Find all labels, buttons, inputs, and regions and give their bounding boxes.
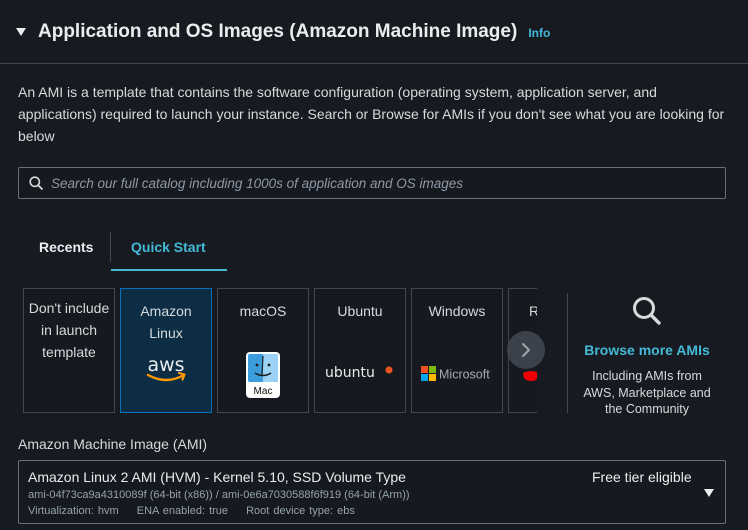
ami-search-box[interactable] [18, 167, 726, 199]
chevron-right-icon [522, 343, 530, 357]
search-icon [633, 297, 661, 325]
card-amazon-linux[interactable]: Amazon Linux aws [120, 288, 212, 413]
card-label: Ubuntu [337, 303, 383, 319]
browse-more-subtext: Including AMIs from AWS, Marketplace and… [583, 369, 711, 416]
mac-label: Mac [254, 386, 273, 397]
card-windows[interactable]: Windows Microsoft [411, 288, 503, 413]
ubuntu-logo: ubuntu [315, 363, 405, 383]
ami-virtualization: Virtualization: hvm [28, 505, 119, 517]
card-macos[interactable]: macOS Mac [217, 288, 309, 413]
search-input[interactable] [51, 175, 711, 191]
carousel-next-button[interactable] [507, 331, 545, 369]
ubuntu-logo-text: ubuntu [325, 365, 375, 381]
card-ubuntu[interactable]: Ubuntu ubuntu [314, 288, 406, 413]
redhat-logo [509, 367, 537, 383]
ami-tabs: Recents Quick Start [18, 224, 227, 272]
section-title: Application and OS Images (Amazon Machin… [38, 20, 518, 42]
card-label: R [529, 303, 537, 319]
ami-select[interactable]: Amazon Linux 2 AMI (HVM) - Kernel 5.10, … [18, 460, 726, 524]
info-link[interactable]: Info [528, 26, 550, 40]
microsoft-logo-text: Microsoft [439, 368, 490, 382]
ami-ena: ENA enabled: true [136, 505, 229, 517]
caret-down-icon[interactable] [16, 27, 26, 36]
ami-field-label: Amazon Machine Image (AMI) [18, 436, 208, 452]
search-icon [29, 176, 43, 190]
ami-root-device: Root device type: ebs [246, 505, 355, 517]
section-header[interactable]: Application and OS Images (Amazon Machin… [0, 0, 748, 64]
finder-icon: Mac [218, 351, 308, 399]
card-dont-include[interactable]: Don't include in launch template [23, 288, 115, 413]
ami-meta: Virtualization: hvm ENA enabled: true Ro… [28, 505, 369, 517]
free-tier-badge: Free tier eligible [592, 469, 692, 485]
card-label: Amazon Linux [140, 303, 192, 341]
card-label: macOS [239, 303, 287, 319]
aws-logo: aws [121, 355, 211, 385]
tab-quick-start[interactable]: Quick Start [111, 224, 227, 271]
card-label: Don't include in launch template [28, 300, 110, 360]
microsoft-logo: Microsoft [412, 365, 502, 383]
browse-more-amis-link[interactable]: Browse more AMIs [578, 342, 716, 358]
browse-more-section: Browse more AMIs Including AMIs from AWS… [578, 295, 716, 418]
ami-panel: Application and OS Images (Amazon Machin… [0, 0, 748, 530]
card-label: Windows [428, 303, 486, 319]
tab-recents[interactable]: Recents [18, 224, 110, 270]
ami-ids: ami-04f73ca9a4310089f (64-bit (x86)) / a… [28, 489, 410, 501]
section-description: An AMI is a template that contains the s… [18, 84, 725, 144]
ami-name: Amazon Linux 2 AMI (HVM) - Kernel 5.10, … [28, 469, 406, 485]
ami-card-carousel: Don't include in launch template Amazon … [23, 288, 537, 414]
browse-divider [567, 293, 568, 413]
caret-down-icon[interactable] [704, 489, 714, 497]
